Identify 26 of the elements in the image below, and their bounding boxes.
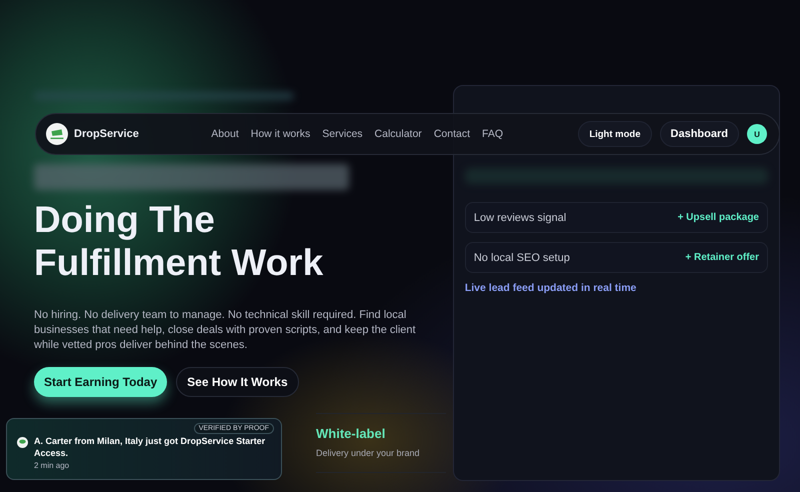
nav-link[interactable]: About xyxy=(211,128,239,140)
nav-link[interactable]: Calculator xyxy=(374,128,422,140)
start-earning-button[interactable]: Start Earning Today xyxy=(34,367,168,397)
signal-label: Low reviews signal xyxy=(474,212,566,224)
signal-action: + Upsell package xyxy=(678,212,759,223)
hero-heading: Fulfillment Work xyxy=(34,241,324,284)
light-mode-button[interactable]: Light mode xyxy=(578,121,652,147)
nav-link[interactable]: Services xyxy=(322,128,363,140)
hero-heading: Doing The xyxy=(34,198,216,241)
see-how-button[interactable]: See How It Works xyxy=(176,367,299,397)
avatar[interactable]: U xyxy=(746,124,767,144)
nav-link[interactable]: Contact xyxy=(434,128,470,140)
notification-message: A. Carter from Milan, Italy just got DropService Starter Access. xyxy=(34,435,266,459)
feature-title: White-label xyxy=(316,426,386,441)
logo-icon xyxy=(46,123,68,145)
signal-label: No local SEO setup xyxy=(474,252,570,264)
dashboard-button[interactable]: Dashboard xyxy=(660,121,739,147)
logo-icon xyxy=(17,437,28,448)
nav-link[interactable]: FAQ xyxy=(482,128,504,140)
brand-name: DropService xyxy=(74,128,139,140)
nav-link[interactable]: How it works xyxy=(250,128,310,140)
live-feed-note: Live lead feed updated in real time xyxy=(464,282,638,294)
feature-subtitle: Delivery under your brand xyxy=(316,448,421,458)
signal-action: + Retainer offer xyxy=(685,252,759,263)
notification-time: 2 min ago xyxy=(34,461,70,470)
hero-description: No hiring. No delivery team to manage. No technical skill required. Find local businesses that need help, close deals with proven scripts, and keep the client while vetted pros deliver behind the scenes. xyxy=(34,308,417,353)
